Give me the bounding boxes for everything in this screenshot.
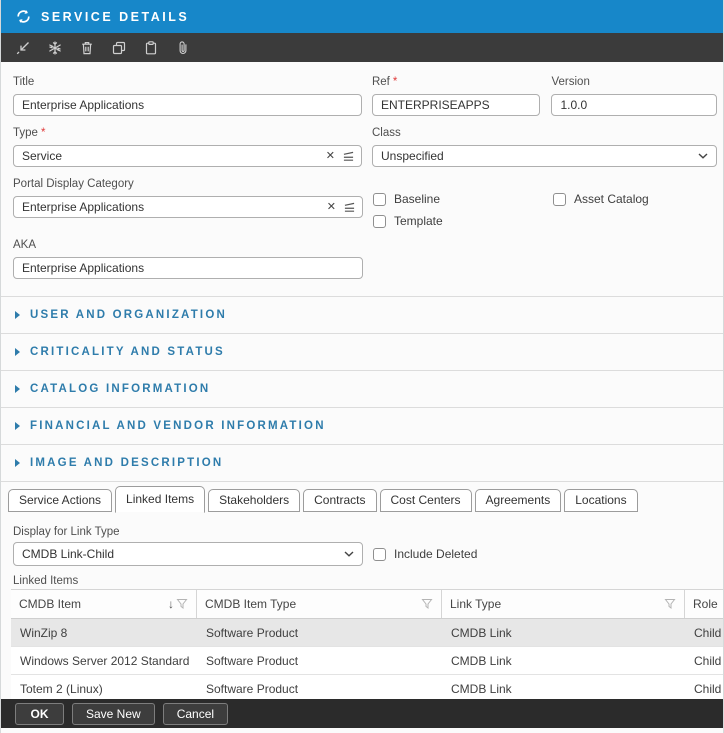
column-header-cmdb-item-type[interactable]: CMDB Item Type [197,590,442,618]
tab-service-actions[interactable]: Service Actions [8,489,112,512]
save-new-button[interactable]: Save New [72,703,155,725]
table-header-row: CMDB Item ↓ CMDB Item Type Link Type Ro [11,589,724,619]
lookup-icon[interactable] [342,151,355,162]
aka-label: AKA [13,239,363,254]
service-details-window: SERVICE DETAILS [0,0,724,733]
filter-icon[interactable] [421,598,433,610]
refresh-icon [15,8,32,25]
form-area: Title Ref* Version Type* ✕ [1,62,723,279]
ok-button[interactable]: OK [15,703,64,725]
collapsible-sections: USER AND ORGANIZATION CRITICALITY AND ST… [1,296,723,482]
section-user-and-organization[interactable]: USER AND ORGANIZATION [1,296,723,333]
delete-icon[interactable] [75,37,98,59]
portal-display-category-input[interactable] [13,196,363,218]
asset-catalog-label: Asset Catalog [574,192,649,206]
collapsed-arrow-icon [15,422,20,430]
type-label: Type* [13,127,362,142]
paste-icon[interactable] [139,37,162,59]
tab-bar: Service Actions Linked Items Stakeholder… [1,482,723,512]
link-type-select-value: CMDB Link-Child [22,547,344,561]
column-header-cmdb-item[interactable]: CMDB Item ↓ [11,590,197,618]
page-title: SERVICE DETAILS [41,10,189,24]
filter-icon[interactable] [176,598,188,610]
version-label: Version [551,76,717,91]
window-titlebar: SERVICE DETAILS [1,0,723,33]
tab-agreements[interactable]: Agreements [475,489,562,512]
clear-icon[interactable]: ✕ [326,151,335,162]
lookup-icon[interactable] [343,202,356,213]
template-checkbox[interactable] [373,215,386,228]
clear-icon[interactable]: ✕ [327,202,336,213]
include-deleted-label: Include Deleted [394,547,477,561]
tab-locations[interactable]: Locations [564,489,637,512]
footer-action-bar: OK Save New Cancel [1,699,723,728]
toolbar [1,33,723,62]
aka-input[interactable] [13,257,363,279]
include-deleted-checkbox[interactable] [373,548,386,561]
tab-linked-items[interactable]: Linked Items [115,486,205,513]
linked-items-panel: Display for Link Type CMDB Link-Child In… [1,512,723,587]
table-row[interactable]: Windows Server 2012 Standard Software Pr… [11,647,724,675]
class-select-value: Unspecified [381,149,698,163]
baseline-label: Baseline [394,192,440,206]
filter-icon[interactable] [664,598,676,610]
portal-display-category-label: Portal Display Category [13,178,363,193]
version-input[interactable] [551,94,717,116]
collapsed-arrow-icon [15,348,20,356]
ref-input[interactable] [372,94,541,116]
title-label: Title [13,76,362,91]
table-row[interactable]: WinZip 8 Software Product CMDB Link Chil… [11,619,724,647]
column-header-link-type[interactable]: Link Type [442,590,685,618]
ref-label: Ref* [372,76,541,91]
class-select[interactable]: Unspecified [372,145,717,167]
class-label: Class [372,127,717,142]
collapsed-arrow-icon [15,385,20,393]
collapsed-arrow-icon [15,459,20,467]
title-input[interactable] [13,94,362,116]
baseline-checkbox[interactable] [373,193,386,206]
linked-items-table: CMDB Item ↓ CMDB Item Type Link Type Ro [11,589,724,703]
section-financial-and-vendor-information[interactable]: FINANCIAL AND VENDOR INFORMATION [1,407,723,444]
section-image-and-description[interactable]: IMAGE AND DESCRIPTION [1,444,723,481]
template-label: Template [394,214,443,228]
chevron-down-icon [344,551,354,558]
link-type-label: Display for Link Type [13,526,723,538]
required-marker: * [41,127,45,139]
chevron-down-icon [698,153,708,160]
tab-stakeholders[interactable]: Stakeholders [208,489,300,512]
attachment-icon[interactable] [171,37,194,59]
column-header-role[interactable]: Role [685,590,724,618]
copy-icon[interactable] [107,37,130,59]
snowflake-icon[interactable] [43,37,66,59]
link-type-select[interactable]: CMDB Link-Child [13,542,363,566]
tab-cost-centers[interactable]: Cost Centers [380,489,472,512]
section-catalog-information[interactable]: CATALOG INFORMATION [1,370,723,407]
asset-catalog-checkbox[interactable] [553,193,566,206]
tab-contracts[interactable]: Contracts [303,489,376,512]
required-marker: * [393,76,397,88]
pin-icon[interactable] [11,37,34,59]
section-criticality-and-status[interactable]: CRITICALITY AND STATUS [1,333,723,370]
type-input[interactable] [13,145,362,167]
collapsed-arrow-icon [15,311,20,319]
linked-items-table-label: Linked Items [13,575,723,587]
sort-descending-icon[interactable]: ↓ [168,597,174,611]
cancel-button[interactable]: Cancel [163,703,228,725]
